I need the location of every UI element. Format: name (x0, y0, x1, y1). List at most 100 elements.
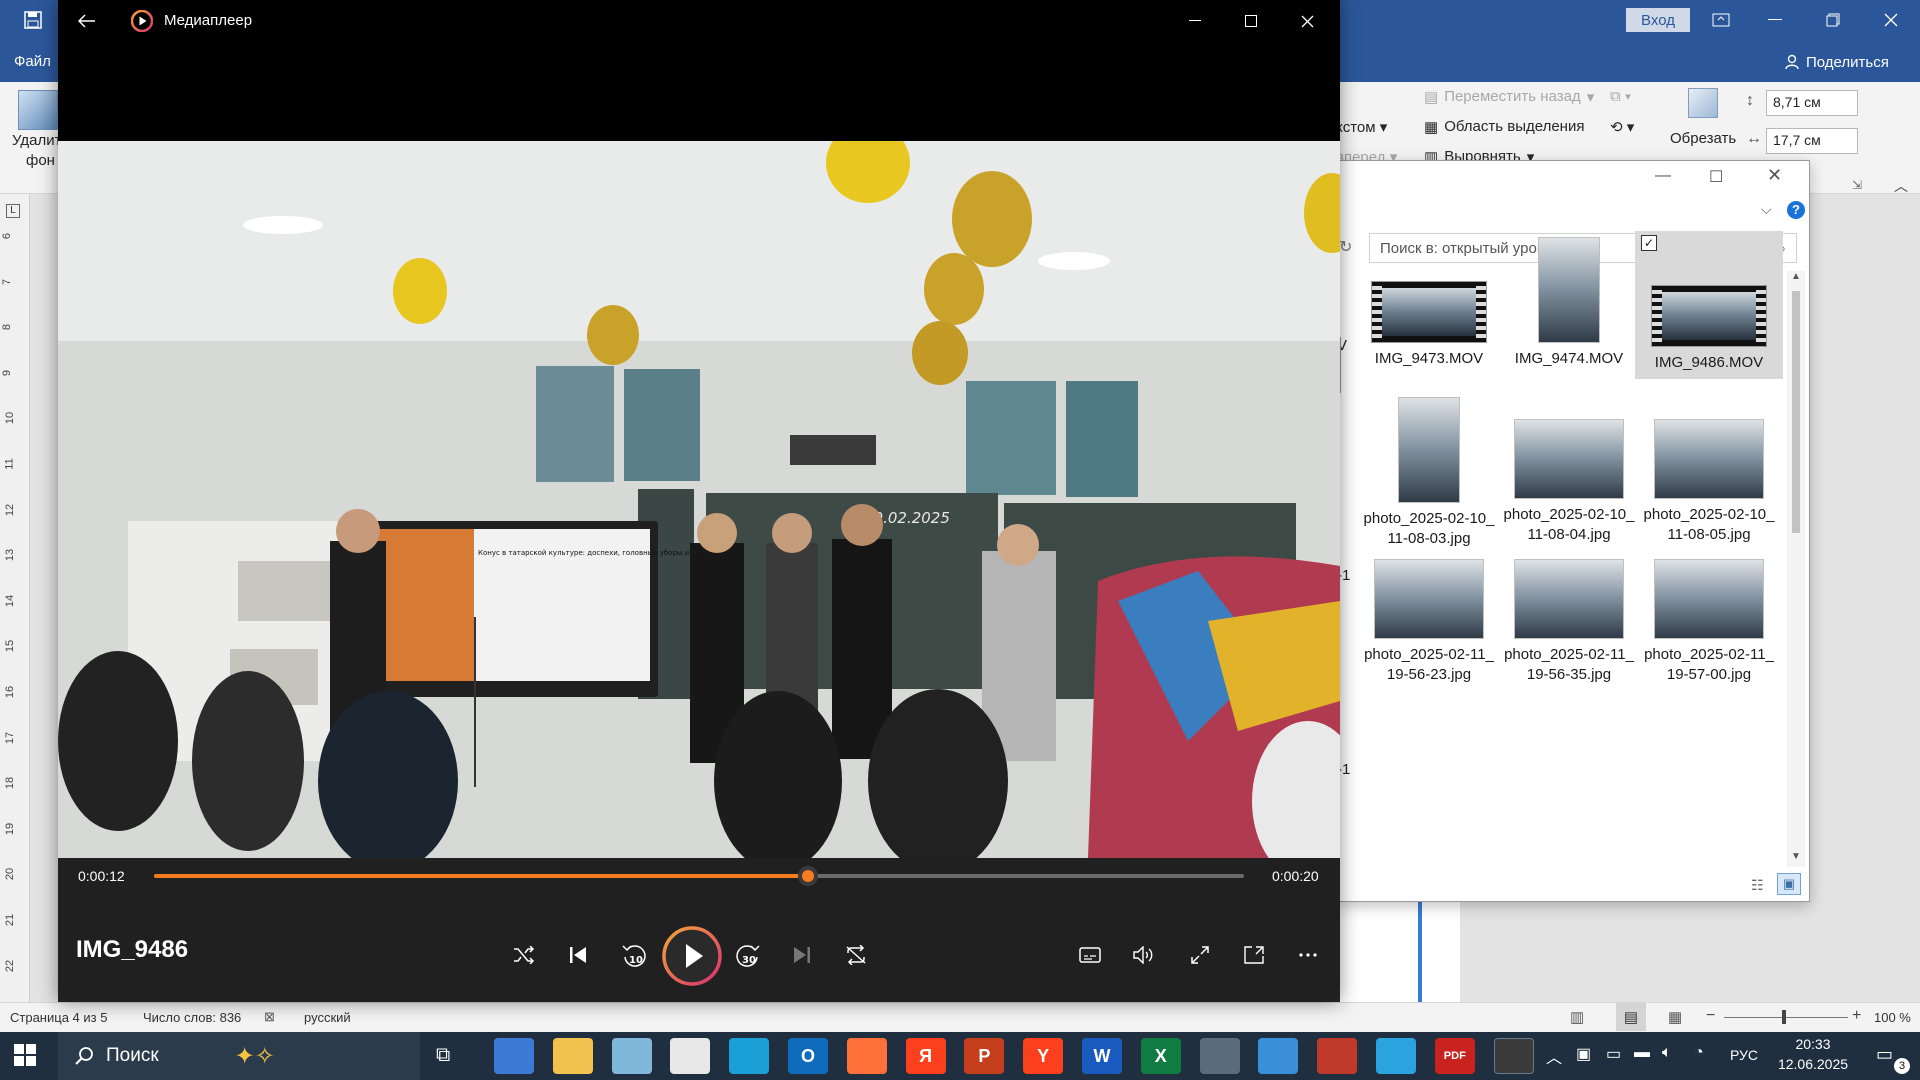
selection-checkbox[interactable]: ✓ (1641, 235, 1657, 251)
taskbar-app-powerpoint[interactable]: P (964, 1038, 1005, 1074)
back-arrow-icon[interactable] (72, 8, 102, 34)
scroll-down-icon[interactable]: ▼ (1787, 851, 1805, 867)
help-icon[interactable]: ? (1787, 201, 1805, 219)
remove-background-icon[interactable] (18, 90, 58, 130)
taskbar-app-word[interactable]: W (1082, 1038, 1122, 1074)
crop-button[interactable]: Обрезать (1670, 130, 1736, 147)
seek-bar[interactable] (154, 866, 1244, 886)
taskbar-app-pdf-app[interactable]: PDF (1434, 1038, 1475, 1074)
file-item[interactable]: ✓ IMG_9486.MOV (1635, 231, 1783, 379)
taskbar-app-file-explorer[interactable] (552, 1038, 593, 1074)
explorer-scrollbar[interactable]: ▲ ▼ (1787, 271, 1805, 867)
volume-icon[interactable] (1126, 938, 1162, 972)
details-view-icon[interactable]: ☷ (1751, 877, 1764, 894)
seek-thumb[interactable] (798, 866, 818, 886)
player-minimize-icon[interactable] (1180, 8, 1210, 34)
large-icons-view-icon[interactable]: ▣ (1777, 873, 1801, 895)
selection-pane-button[interactable]: ▦ Область выделения (1424, 118, 1584, 136)
size-dialog-launcher-icon[interactable]: ⇲ (1852, 178, 1862, 192)
tray-app-icon[interactable]: ▣ (1576, 1044, 1591, 1064)
taskbar-app-outlook[interactable]: O (788, 1038, 828, 1074)
wrap-text-button[interactable]: кстом ▾ (1336, 118, 1387, 136)
file-item[interactable]: photo_2025-02-10_11-08-03.jpg (1355, 389, 1503, 549)
network-icon[interactable]: ◔ (1694, 1044, 1704, 1062)
shuffle-icon[interactable] (506, 938, 542, 972)
word-minimize-icon[interactable] (1760, 6, 1790, 34)
taskbar-app-calculator[interactable] (1199, 1038, 1240, 1074)
previous-icon[interactable] (560, 938, 596, 972)
player-maximize-icon[interactable] (1236, 8, 1266, 34)
zoom-in-icon[interactable]: + (1852, 1007, 1861, 1025)
collapse-ribbon-icon[interactable]: ︿ (1894, 176, 1908, 196)
task-view-icon[interactable]: ⧉ (436, 1044, 450, 1067)
language-indicator[interactable]: РУС (1730, 1047, 1758, 1063)
taskbar-search[interactable]: Поиск ✦✧ (58, 1032, 420, 1080)
status-page[interactable]: Страница 4 из 5 (10, 1010, 107, 1025)
taskbar-app-photos[interactable] (1258, 1038, 1299, 1074)
skip-forward-icon[interactable]: 30 (728, 936, 768, 974)
proofing-icon[interactable]: ⊠ (264, 1009, 275, 1025)
scroll-up-icon[interactable]: ▲ (1787, 271, 1805, 287)
zoom-slider[interactable] (1724, 1017, 1848, 1018)
word-close-icon[interactable] (1876, 6, 1906, 34)
taskbar-app-media-player[interactable] (1493, 1038, 1534, 1074)
subtitles-icon[interactable] (1072, 938, 1108, 972)
fullscreen-icon[interactable] (1182, 938, 1218, 972)
tab-stop-icon[interactable]: L (6, 204, 20, 218)
taskbar-app-copilot[interactable] (494, 1038, 534, 1074)
camera-icon[interactable]: ▭ (1606, 1044, 1621, 1064)
battery-icon[interactable]: ▬ (1634, 1044, 1650, 1062)
read-mode-icon[interactable]: ▥ (1570, 1008, 1584, 1026)
zoom-slider-thumb[interactable] (1782, 1010, 1786, 1024)
clock-time[interactable]: 20:33 (1774, 1036, 1852, 1052)
rotate-icon[interactable]: ⟲ ▾ (1610, 118, 1634, 136)
file-item[interactable]: IMG_9474.MOV (1495, 231, 1643, 369)
repeat-icon[interactable] (838, 938, 874, 972)
more-options-icon[interactable] (1290, 938, 1326, 972)
ribbon-display-icon[interactable] (1706, 8, 1736, 32)
save-icon[interactable] (20, 8, 46, 32)
signin-button[interactable]: Вход (1626, 8, 1690, 32)
height-input[interactable]: 8,71 см (1766, 90, 1858, 116)
player-close-icon[interactable] (1292, 8, 1322, 34)
file-item[interactable]: photo_2025-02-11_19-57-00.jpg (1635, 545, 1783, 685)
explorer-maximize-icon[interactable]: ☐ (1709, 167, 1723, 187)
taskbar-app-mosaic-app[interactable] (1317, 1038, 1358, 1074)
refresh-icon[interactable]: ↻ (1339, 237, 1352, 257)
file-item[interactable]: photo_2025-02-11_19-56-23.jpg (1355, 545, 1503, 685)
file-item[interactable]: photo_2025-02-10_11-08-05.jpg (1635, 389, 1783, 545)
share-button[interactable]: Поделиться (1784, 50, 1889, 74)
scroll-thumb[interactable] (1792, 291, 1800, 533)
web-layout-icon[interactable]: ▦ (1668, 1008, 1682, 1026)
video-frame[interactable]: 10.02.2025 Конус в татарской культуре: д… (58, 141, 1340, 858)
clock-date[interactable]: 12.06.2025 (1768, 1056, 1858, 1072)
zoom-percent[interactable]: 100 % (1874, 1010, 1911, 1025)
explorer-close-icon[interactable]: ✕ (1767, 165, 1782, 186)
taskbar-app-telegram[interactable] (1376, 1038, 1416, 1074)
windows-start-icon[interactable] (14, 1044, 38, 1068)
taskbar-app-store[interactable] (670, 1038, 711, 1074)
status-language[interactable]: русский (304, 1010, 351, 1025)
file-item[interactable]: photo_2025-02-10_11-08-04.jpg (1495, 389, 1643, 545)
explorer-minimize-icon[interactable]: — (1655, 167, 1671, 185)
show-hidden-icons[interactable]: ︿ (1546, 1044, 1562, 1068)
next-icon[interactable] (784, 938, 820, 972)
play-button[interactable] (662, 926, 722, 986)
zoom-out-icon[interactable]: − (1706, 1007, 1715, 1025)
status-words[interactable]: Число слов: 836 (143, 1010, 241, 1025)
taskbar-app-edge[interactable] (729, 1038, 770, 1074)
file-item[interactable]: IMG_9473.MOV (1355, 231, 1503, 369)
send-backward-button[interactable]: ▤ Переместить назад ▾ (1424, 88, 1594, 106)
file-item[interactable]: photo_2025-02-11_19-56-35.jpg (1495, 545, 1643, 685)
expand-ribbon-icon[interactable]: ⌵ (1761, 201, 1772, 218)
skip-back-icon[interactable]: 10 (614, 936, 654, 974)
group-icon[interactable]: ⧉ ▾ (1610, 88, 1631, 105)
taskbar-app-firefox[interactable] (846, 1038, 887, 1074)
taskbar-app-yandex-browser[interactable]: Я (905, 1038, 946, 1074)
speaker-icon[interactable]: 🔈︎ (1662, 1044, 1672, 1062)
tab-file[interactable]: Файл (14, 50, 51, 72)
print-layout-icon[interactable]: ▤ (1616, 1003, 1646, 1031)
taskbar-app-yandex[interactable]: Y (1023, 1038, 1064, 1074)
taskbar-app-excel[interactable]: X (1140, 1038, 1181, 1074)
width-input[interactable]: 17,7 см (1766, 128, 1858, 154)
